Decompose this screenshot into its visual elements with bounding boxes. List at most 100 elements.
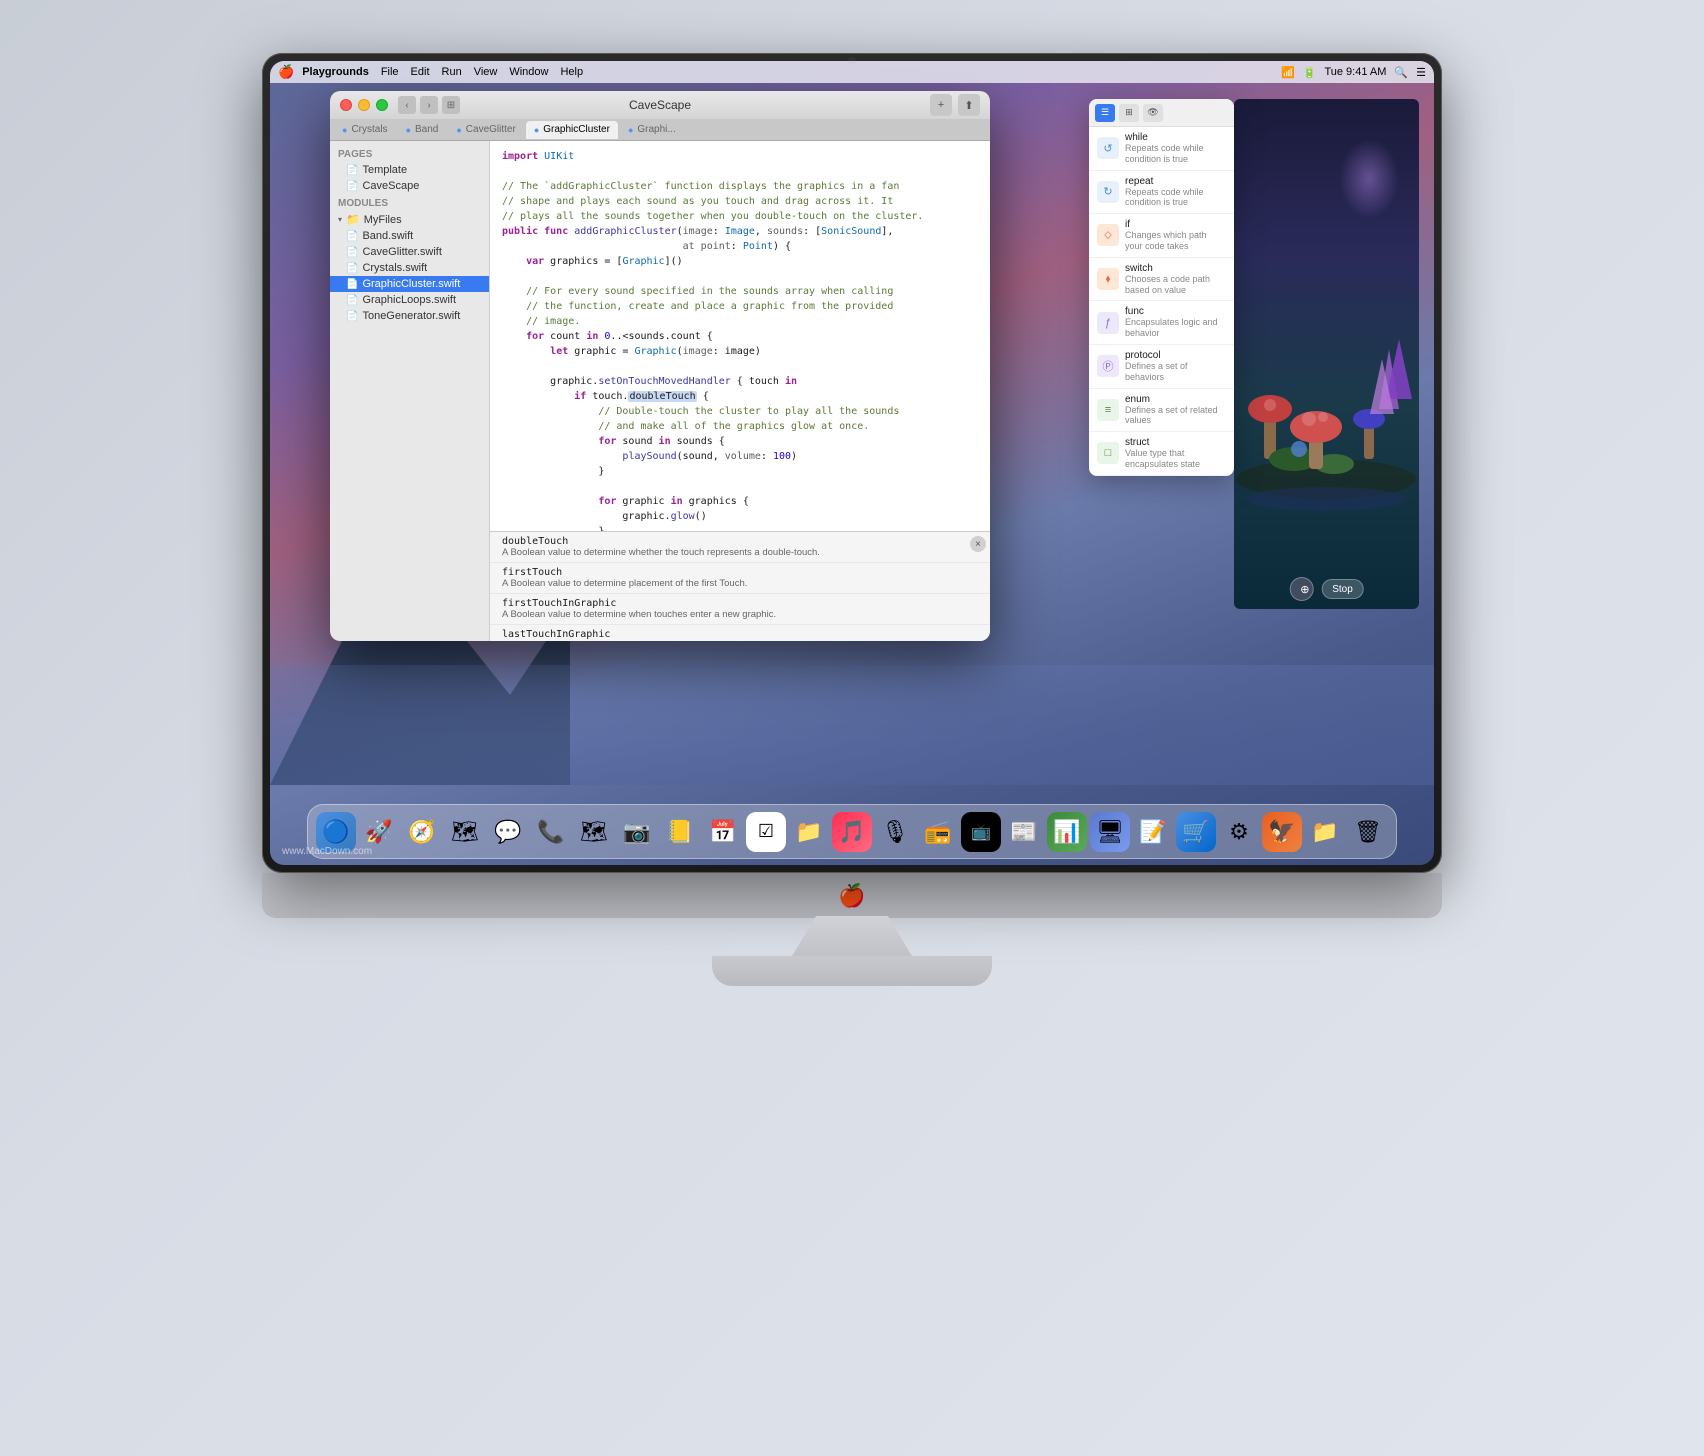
snippet-struct[interactable]: □ struct Value type that encapsulates st…	[1089, 432, 1234, 476]
snippets-preview-btn[interactable]: 👁	[1143, 104, 1163, 122]
dock-radio[interactable]: 📻	[918, 812, 958, 852]
imac-stand-base	[712, 956, 992, 986]
dock-folder[interactable]: 📁	[1305, 812, 1345, 852]
code-play: playSound(sound, volume: 100)	[502, 449, 978, 464]
tab-band[interactable]: ● Band	[398, 121, 447, 139]
autocomplete-close-btn[interactable]: ×	[970, 536, 986, 552]
dock-files[interactable]: 📁	[789, 812, 829, 852]
snippet-enum-text: enum Defines a set of related values	[1125, 394, 1226, 427]
snippet-switch[interactable]: ⬧ switch Chooses a code path based on va…	[1089, 258, 1234, 302]
snippet-while-icon: ↺	[1097, 137, 1119, 159]
sidebar-item-graphicloops[interactable]: 📄 GraphicLoops.swift	[330, 292, 489, 308]
water	[270, 665, 1434, 785]
menu-run[interactable]: Run	[442, 66, 462, 78]
snippet-enum[interactable]: ≡ enum Defines a set of related values	[1089, 389, 1234, 433]
tab-crystals[interactable]: ● Crystals	[334, 121, 396, 139]
code-for-graphic: for graphic in graphics {	[502, 494, 978, 509]
dock: 🔵 🚀 🧭 🗺 💬 📞 🗺 📷 📒 📅 ☑ 📁 🎵 🎙 📻 📺	[307, 804, 1397, 859]
sidebar-item-template[interactable]: 📄 Template	[330, 162, 489, 178]
snippet-if[interactable]: ⬦ if Changes which path your code takes	[1089, 214, 1234, 258]
back-button[interactable]: ‹	[398, 96, 416, 114]
snippet-struct-icon: □	[1097, 442, 1119, 464]
add-icon[interactable]: +	[930, 94, 952, 116]
snippet-func[interactable]: ƒ func Encapsulates logic and behavior	[1089, 301, 1234, 345]
dock-maps2[interactable]: 🗺	[574, 812, 614, 852]
dock-facetime[interactable]: 📞	[531, 812, 571, 852]
game-stop-btn[interactable]: Stop	[1321, 579, 1364, 599]
tab-caveglitter[interactable]: ● CaveGlitter	[448, 121, 523, 139]
snippet-protocol[interactable]: Ⓟ protocol Defines a set of behaviors	[1089, 345, 1234, 389]
game-scene-svg	[1234, 99, 1419, 559]
dock-notes[interactable]: 📒	[660, 812, 700, 852]
autocomplete-desc-doubletouch: A Boolean value to determine whether the…	[502, 547, 978, 558]
sidebar-item-tonegenerator[interactable]: 📄 ToneGenerator.swift	[330, 308, 489, 324]
dock-settings[interactable]: ⚙	[1219, 812, 1259, 852]
snippet-func-desc: Encapsulates logic and behavior	[1125, 317, 1226, 339]
dock-numbers[interactable]: 📊	[1047, 812, 1087, 852]
tab-graphiccluster[interactable]: ● GraphicCluster	[526, 121, 618, 139]
tab-graphi[interactable]: ● Graphi...	[620, 121, 684, 139]
dock-stickies[interactable]: 📝	[1133, 812, 1173, 852]
app-name[interactable]: Playgrounds	[302, 66, 369, 78]
autocomplete-item-firsttouchingraphic[interactable]: firstTouchInGraphic A Boolean value to d…	[490, 594, 990, 625]
sidebar-item-band[interactable]: 📄 Band.swift	[330, 228, 489, 244]
snippet-struct-text: struct Value type that encapsulates stat…	[1125, 437, 1226, 470]
sidebar-toggle[interactable]: ⊞	[442, 96, 460, 114]
snippet-repeat-text: repeat Repeats code while condition is t…	[1125, 176, 1226, 209]
window-nav-buttons: ‹ › ⊞	[398, 96, 460, 114]
menu-help[interactable]: Help	[560, 66, 583, 78]
code-comment-5: // the function, create and place a grap…	[502, 299, 978, 314]
dock-photos[interactable]: 📷	[617, 812, 657, 852]
dock-swift[interactable]: 🦅	[1262, 812, 1302, 852]
dock-reminders[interactable]: ☑	[746, 812, 786, 852]
code-comment-2: // shape and plays each sound as you tou…	[502, 194, 978, 209]
sidebar-item-crystals[interactable]: 📄 Crystals.swift	[330, 260, 489, 276]
menu-file[interactable]: File	[381, 66, 399, 78]
sidebar-item-graphiccluster[interactable]: 📄 GraphicCluster.swift	[330, 276, 489, 292]
dock-maps[interactable]: 🗺	[445, 812, 485, 852]
snippet-enum-desc: Defines a set of related values	[1125, 405, 1226, 427]
snippet-repeat-name: repeat	[1125, 176, 1226, 187]
sidebar-item-caveglitter[interactable]: 📄 CaveGlitter.swift	[330, 244, 489, 260]
autocomplete-item-firsttouch[interactable]: firstTouch A Boolean value to determine …	[490, 563, 990, 594]
maximize-button[interactable]	[376, 99, 388, 111]
snippet-repeat[interactable]: ↻ repeat Repeats code while condition is…	[1089, 171, 1234, 215]
snippets-toolbar: ☰ ⊞ 👁	[1089, 99, 1234, 127]
apple-menu[interactable]: 🍎	[278, 64, 294, 80]
snippet-func-icon: ƒ	[1097, 312, 1119, 334]
window-body: Pages 📄 Template 📄 CaveScape Modules	[330, 141, 990, 641]
dock-messages[interactable]: 💬	[488, 812, 528, 852]
sidebar: Pages 📄 Template 📄 CaveScape Modules	[330, 141, 490, 641]
control-icon[interactable]: ☰	[1416, 66, 1426, 79]
dock-news[interactable]: 📰	[1004, 812, 1044, 852]
snippet-if-name: if	[1125, 219, 1226, 230]
search-icon[interactable]: 🔍	[1394, 66, 1408, 79]
dock-podcasts[interactable]: 🎙	[875, 812, 915, 852]
menu-window[interactable]: Window	[509, 66, 548, 78]
forward-button[interactable]: ›	[420, 96, 438, 114]
dock-trash[interactable]: 🗑	[1348, 812, 1388, 852]
dock-appstore[interactable]: 🛒	[1176, 812, 1216, 852]
sidebar-item-cavescape[interactable]: 📄 CaveScape	[330, 178, 489, 194]
game-preview: ⊕ Stop	[1234, 99, 1419, 609]
close-button[interactable]	[340, 99, 352, 111]
menu-edit[interactable]: Edit	[411, 66, 430, 78]
minimize-button[interactable]	[358, 99, 370, 111]
myfiles-folder[interactable]: ▾ 📁 MyFiles	[330, 211, 489, 228]
chevron-down-icon: ▾	[338, 215, 342, 224]
code-close-for: }	[502, 464, 978, 479]
dock-music[interactable]: 🎵	[832, 812, 872, 852]
dock-keynote[interactable]: 🖥	[1090, 812, 1130, 852]
dock-calendar[interactable]: 📅	[703, 812, 743, 852]
snippets-list-btn[interactable]: ☰	[1095, 104, 1115, 122]
autocomplete-item-lasttouchingraphic[interactable]: lastTouchInGraphic A Boolean value to de…	[490, 625, 990, 641]
share-icon[interactable]: ⬆	[958, 94, 980, 116]
playgrounds-window[interactable]: ‹ › ⊞ CaveScape + ⬆ ●	[330, 91, 990, 641]
autocomplete-item-doubletouch[interactable]: doubleTouch A Boolean value to determine…	[490, 532, 990, 563]
snippet-while[interactable]: ↺ while Repeats code while condition is …	[1089, 127, 1234, 171]
dock-safari[interactable]: 🧭	[402, 812, 442, 852]
game-zoom-btn[interactable]: ⊕	[1289, 577, 1313, 601]
menu-view[interactable]: View	[474, 66, 498, 78]
dock-appletv[interactable]: 📺	[961, 812, 1001, 852]
snippets-grid-btn[interactable]: ⊞	[1119, 104, 1139, 122]
